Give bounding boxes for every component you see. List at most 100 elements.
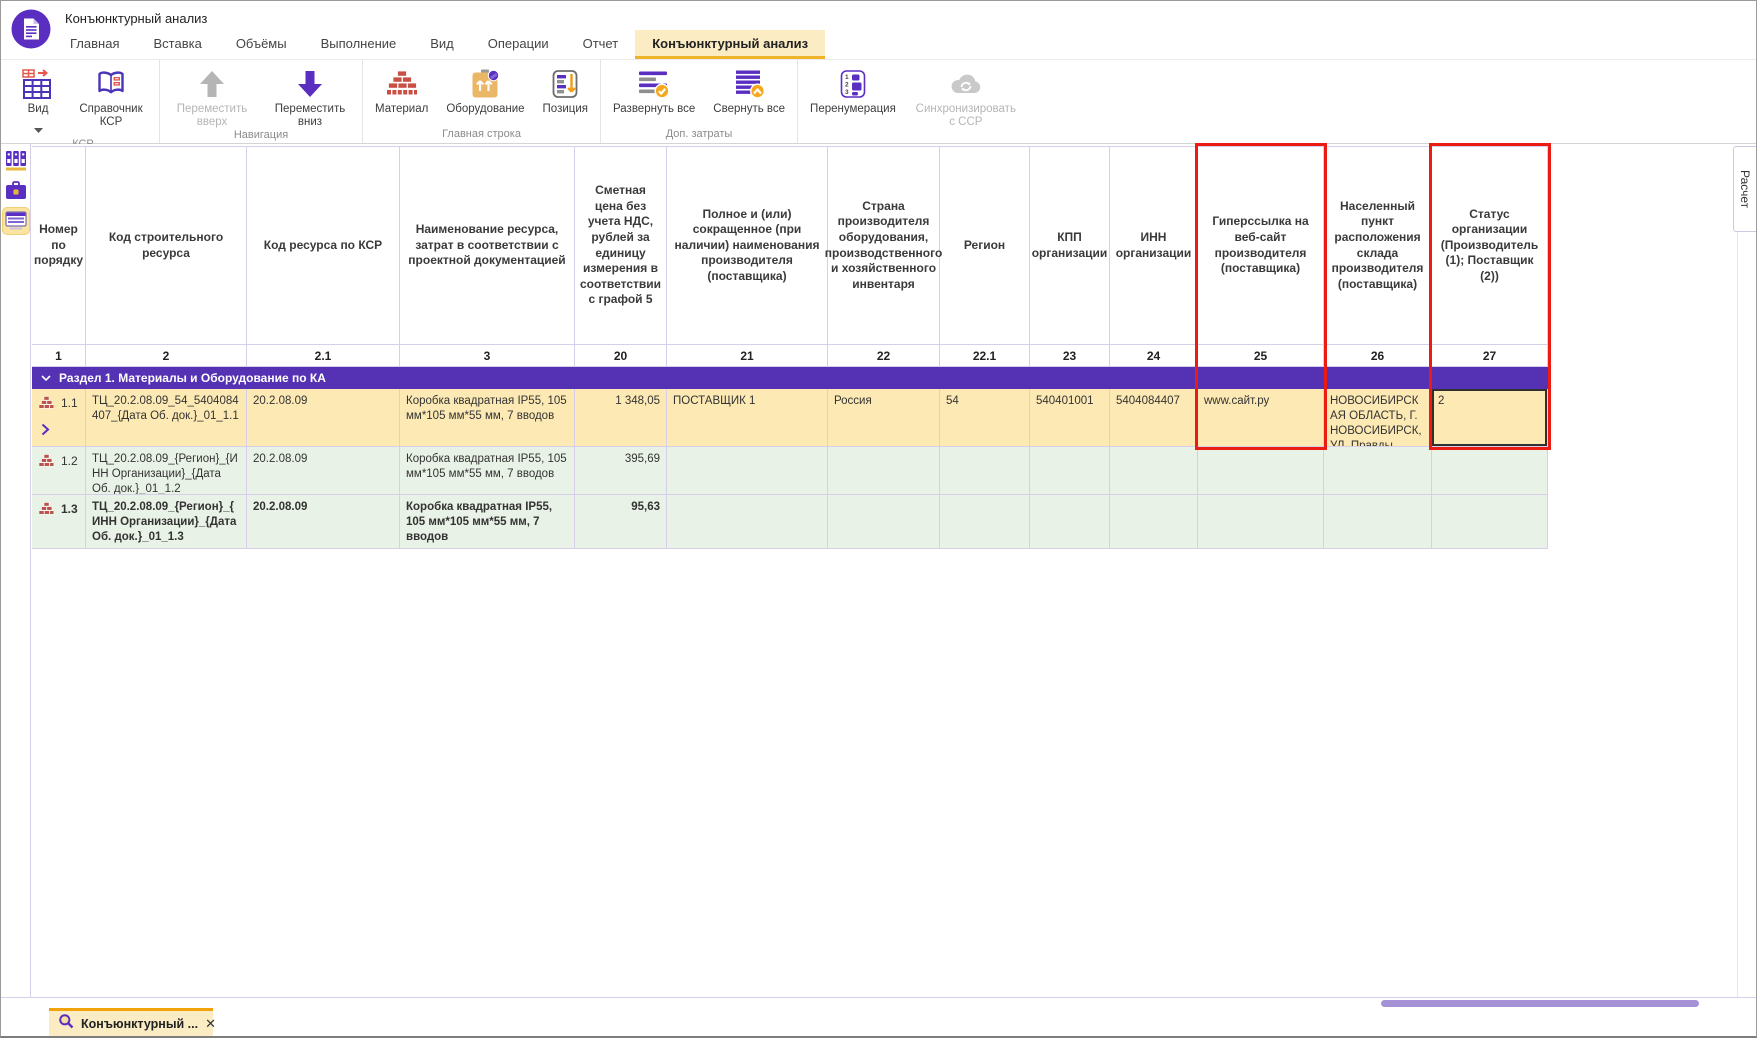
- left-rail: [1, 144, 31, 997]
- cell-website[interactable]: [1198, 447, 1324, 495]
- cell-resource-name[interactable]: Коробка квадратная IP55, 105 мм*105 мм*5…: [400, 495, 575, 549]
- cell-ksr-code[interactable]: 20.2.08.09: [247, 389, 400, 447]
- col-header-22-1[interactable]: Регион: [940, 147, 1030, 345]
- cell-price[interactable]: 1 348,05: [575, 389, 667, 447]
- view-button[interactable]: Вид: [10, 60, 66, 138]
- expand-all-button[interactable]: Развернуть все: [604, 60, 704, 128]
- cell-ksr-code[interactable]: 20.2.08.09: [247, 447, 400, 495]
- cell-inn[interactable]: 5404084407: [1110, 389, 1198, 447]
- menu-tab-vid[interactable]: Вид: [413, 30, 471, 59]
- colnum-cell[interactable]: 21: [667, 345, 828, 367]
- cell-price[interactable]: 95,63: [575, 495, 667, 549]
- cell-warehouse-city[interactable]: НОВОСИБИРСКАЯ ОБЛАСТЬ, Г. НОВОСИБИРСК, У…: [1324, 389, 1432, 447]
- col-header-2-1[interactable]: Код ресурса по КСР: [247, 147, 400, 345]
- colnum-cell[interactable]: 23: [1030, 345, 1110, 367]
- colnum-cell[interactable]: 22.1: [940, 345, 1030, 367]
- cell-resource-name[interactable]: Коробка квадратная IP55, 105 мм*105 мм*5…: [400, 389, 575, 447]
- colnum-cell[interactable]: 20: [575, 345, 667, 367]
- colnum-cell[interactable]: 25: [1198, 345, 1324, 367]
- collapse-all-icon: [733, 68, 766, 100]
- colnum-cell[interactable]: 24: [1110, 345, 1198, 367]
- colnum-cell[interactable]: 2.1: [247, 345, 400, 367]
- col-header-21[interactable]: Полное и (или) сокращенное (при наличии)…: [667, 147, 828, 345]
- position-button[interactable]: Позиция: [534, 60, 597, 128]
- cell-org-status[interactable]: [1432, 447, 1548, 495]
- row-number: 1.1: [61, 396, 78, 410]
- briefcase-rail-icon[interactable]: [3, 178, 29, 204]
- col-header-3[interactable]: Наименование ресурса, затрат в соответст…: [400, 147, 575, 345]
- cell-kpp[interactable]: [1030, 495, 1110, 549]
- cell-website[interactable]: [1198, 495, 1324, 549]
- colnum-cell[interactable]: 1: [32, 345, 86, 367]
- row-number-cell[interactable]: 1.3: [32, 495, 86, 549]
- collapse-all-button[interactable]: Свернуть все: [704, 60, 794, 128]
- section-collapse-icon[interactable]: [41, 371, 51, 385]
- menu-tab-otchet[interactable]: Отчет: [566, 30, 636, 59]
- col-header-20[interactable]: Сметная цена без учета НДС, рублей за ед…: [575, 147, 667, 345]
- col-header-24[interactable]: ИНН организации: [1110, 147, 1198, 345]
- expand-all-icon: [638, 68, 670, 100]
- cell-kpp[interactable]: 540401001: [1030, 389, 1110, 447]
- cell-kpp[interactable]: [1030, 447, 1110, 495]
- cell-price[interactable]: 395,69: [575, 447, 667, 495]
- colnum-cell[interactable]: 3: [400, 345, 575, 367]
- menu-tab-konyunkturnyj-analiz[interactable]: Конъюнктурный анализ: [635, 30, 826, 59]
- cell-region[interactable]: [940, 495, 1030, 549]
- cell-country[interactable]: Россия: [828, 389, 940, 447]
- cell-resource-name[interactable]: Коробка квадратная IP55, 105 мм*105 мм*5…: [400, 447, 575, 495]
- cell-supplier[interactable]: ПОСТАВЩИК 1: [667, 389, 828, 447]
- table-rail-icon[interactable]: [3, 208, 29, 234]
- equipment-button[interactable]: Оборудование: [437, 60, 533, 128]
- cell-ksr-code[interactable]: 20.2.08.09: [247, 495, 400, 549]
- menu-tab-obyomy[interactable]: Объёмы: [219, 30, 304, 59]
- col-header-25[interactable]: Гиперссылка на веб-сайт производителя (п…: [1198, 147, 1324, 345]
- colnum-cell[interactable]: 27: [1432, 345, 1548, 367]
- cell-inn[interactable]: [1110, 495, 1198, 549]
- colnum-cell[interactable]: 22: [828, 345, 940, 367]
- horizontal-scrollbar-thumb[interactable]: [1381, 1000, 1699, 1007]
- col-header-26[interactable]: Населенный пункт расположения склада про…: [1324, 147, 1432, 345]
- main-area: Номер по порядку Код строительного ресур…: [1, 143, 1756, 997]
- cell-warehouse-city[interactable]: [1324, 495, 1432, 549]
- cell-resource-code[interactable]: ТЦ_20.2.08.09_54_5404084407_{Дата Об. до…: [86, 389, 247, 447]
- cell-supplier[interactable]: [667, 495, 828, 549]
- move-down-button[interactable]: Переместить вниз: [261, 60, 359, 129]
- menu-tab-vypolnenie[interactable]: Выполнение: [304, 30, 414, 59]
- cell-org-status-selected[interactable]: 2: [1432, 389, 1548, 447]
- row-expand-chevron-icon[interactable]: [41, 423, 50, 441]
- col-header-1[interactable]: Номер по порядку: [32, 147, 86, 345]
- cell-warehouse-city[interactable]: [1324, 447, 1432, 495]
- cell-country[interactable]: [828, 495, 940, 549]
- col-header-23[interactable]: КПП организации: [1030, 147, 1110, 345]
- col-header-22[interactable]: Страна производителя оборудования, произ…: [825, 147, 942, 345]
- colnum-cell[interactable]: 2: [86, 345, 247, 367]
- cell-website[interactable]: www.сайт.ру: [1198, 389, 1324, 447]
- col-header-2[interactable]: Код строительного ресурса: [86, 147, 247, 345]
- colnum-cell[interactable]: 26: [1324, 345, 1432, 367]
- cell-supplier[interactable]: [667, 447, 828, 495]
- menu-tab-vstavka[interactable]: Вставка: [136, 30, 218, 59]
- renumber-button-label: Перенумерация: [810, 103, 896, 115]
- material-button[interactable]: Материал: [366, 60, 437, 128]
- row-number-cell[interactable]: 1.1: [32, 389, 86, 447]
- menu-tab-operacii[interactable]: Операции: [471, 30, 566, 59]
- menu-tab-glavnaya[interactable]: Главная: [53, 30, 136, 59]
- renumber-button[interactable]: 123 Перенумерация: [801, 60, 905, 129]
- cell-region[interactable]: 54: [940, 389, 1030, 447]
- cell-resource-code[interactable]: ТЦ_20.2.08.09_{Регион}_{ИНН Организации}…: [86, 447, 247, 495]
- document-tab-konyunkturnyj[interactable]: Конъюнктурный ... ✕: [49, 1008, 216, 1036]
- grid-header-row: Номер по порядку Код строительного ресур…: [32, 147, 1548, 345]
- cell-inn[interactable]: [1110, 447, 1198, 495]
- cell-org-status[interactable]: [1432, 495, 1548, 549]
- ksr-reference-button[interactable]: Справочник КСР: [66, 60, 156, 138]
- close-icon[interactable]: ✕: [205, 1017, 216, 1030]
- section-row[interactable]: Раздел 1. Материалы и Оборудование по КА: [32, 367, 1548, 389]
- registry-rail-icon[interactable]: [3, 148, 29, 174]
- cell-region[interactable]: [940, 447, 1030, 495]
- col-header-27[interactable]: Статус организации (Производитель (1); П…: [1432, 147, 1548, 345]
- app-logo-icon[interactable]: [11, 9, 51, 49]
- calc-side-tab[interactable]: Расчет: [1733, 146, 1756, 232]
- cell-country[interactable]: [828, 447, 940, 495]
- row-number-cell[interactable]: 1.2: [32, 447, 86, 495]
- cell-resource-code[interactable]: ТЦ_20.2.08.09_{Регион}_{ИНН Организации}…: [86, 495, 247, 549]
